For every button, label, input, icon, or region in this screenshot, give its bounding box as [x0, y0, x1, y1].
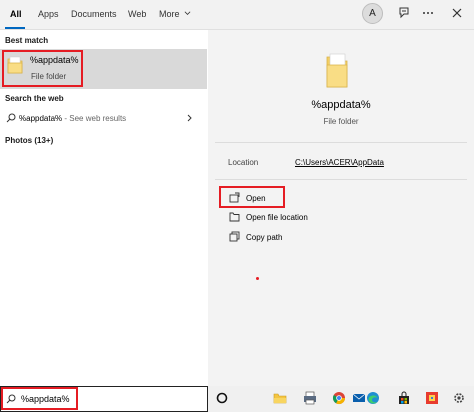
- detail-subtitle: File folder: [323, 117, 359, 126]
- folder-location-icon: [229, 212, 240, 222]
- search-icon: [6, 113, 16, 123]
- tab-apps[interactable]: Apps: [38, 9, 59, 19]
- folder-large-icon: [326, 53, 348, 88]
- detail-title: %appdata%: [311, 99, 371, 111]
- divider: [215, 142, 467, 143]
- account-avatar[interactable]: A: [362, 3, 383, 24]
- feedback-icon[interactable]: [397, 6, 411, 20]
- file-explorer-icon[interactable]: [273, 391, 287, 405]
- search-web-heading: Search the web: [5, 94, 64, 103]
- photos-heading[interactable]: Photos (13+): [5, 136, 53, 145]
- store-icon[interactable]: [397, 391, 411, 405]
- highlight-box-best-match: [2, 50, 83, 87]
- results-pane: Best match %appdata% File folder Search …: [0, 30, 208, 386]
- more-options-icon[interactable]: [421, 6, 435, 20]
- best-match-heading: Best match: [5, 36, 49, 45]
- tab-more[interactable]: More: [159, 9, 180, 19]
- printer-app-icon[interactable]: [303, 391, 317, 405]
- action-copy-path-label: Copy path: [246, 233, 283, 242]
- chevron-down-icon: [184, 11, 191, 15]
- close-icon[interactable]: [450, 6, 464, 20]
- mail-icon[interactable]: [352, 391, 366, 405]
- copy-icon: [229, 231, 240, 242]
- cortana-icon[interactable]: [215, 391, 229, 405]
- divider: [215, 179, 467, 180]
- action-open-file-location-label: Open file location: [246, 213, 308, 222]
- edge-icon[interactable]: [366, 391, 380, 405]
- browser-icon[interactable]: [332, 391, 346, 405]
- settings-icon[interactable]: [452, 391, 466, 405]
- web-result-query: %appdata%: [19, 114, 63, 123]
- location-link[interactable]: C:\Users\ACER\AppData: [295, 158, 384, 167]
- highlight-box-open: [219, 186, 285, 208]
- highlight-box-search: [1, 387, 78, 410]
- tab-documents[interactable]: Documents: [71, 9, 117, 19]
- chevron-right-icon[interactable]: [187, 114, 193, 122]
- office-icon[interactable]: [425, 391, 439, 405]
- red-dot-marker: [256, 277, 259, 280]
- web-result-suffix: - See web results: [62, 114, 127, 123]
- tab-web[interactable]: Web: [128, 9, 146, 19]
- active-tab-indicator: [5, 27, 25, 29]
- tab-all[interactable]: All: [10, 9, 22, 19]
- web-result-text: %appdata% - See web results: [19, 114, 126, 123]
- location-label: Location: [228, 158, 259, 167]
